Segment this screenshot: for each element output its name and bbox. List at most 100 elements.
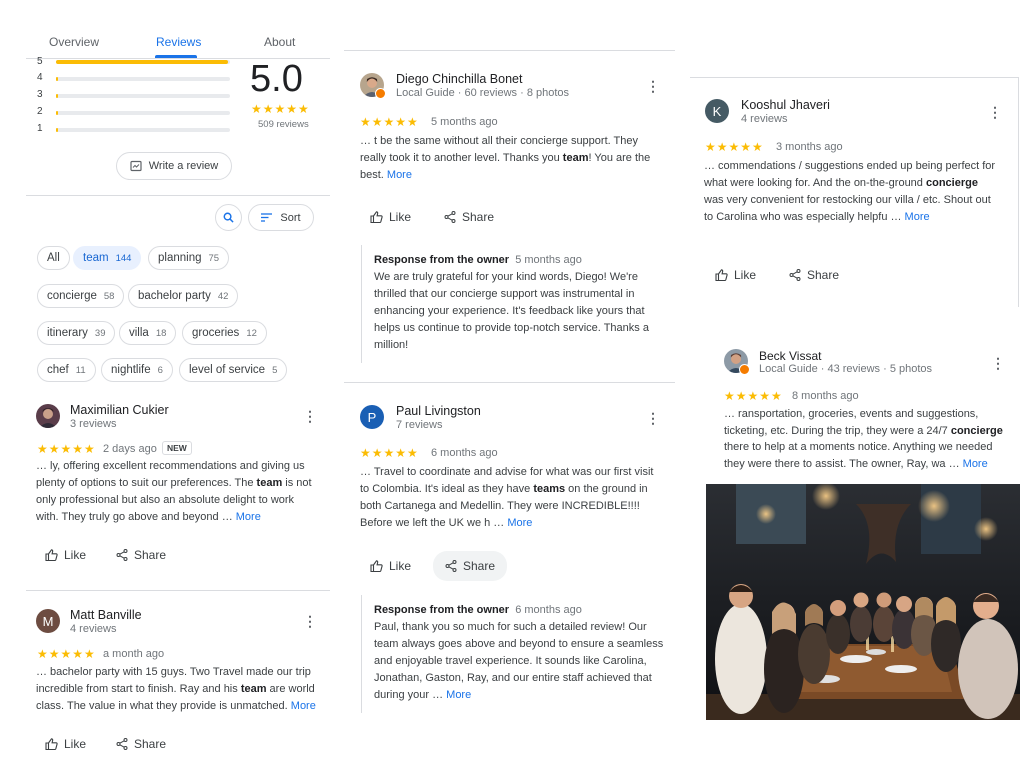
like-button[interactable]: Like — [715, 268, 756, 282]
share-icon — [789, 269, 801, 281]
reviewer-meta: 4 reviews — [70, 623, 117, 635]
avatar[interactable]: M — [36, 609, 60, 633]
reviewer-name[interactable]: Kooshul Jhaveri — [741, 98, 830, 112]
avatar[interactable]: K — [705, 99, 729, 123]
chip-label: All — [47, 252, 60, 264]
more-link[interactable]: More — [963, 458, 988, 470]
more-options-icon[interactable]: ⋮ — [991, 355, 1005, 372]
share-button[interactable]: Share — [116, 737, 166, 751]
more-options-icon[interactable]: ⋮ — [646, 410, 660, 427]
chip-count: 11 — [75, 364, 86, 376]
panel-top-border — [690, 77, 1018, 78]
tab-about[interactable]: About — [264, 35, 295, 49]
more-link[interactable]: More — [905, 211, 930, 223]
chip-count: 58 — [103, 290, 115, 302]
reviewer-photo — [36, 404, 60, 428]
review-time: 3 months ago — [776, 141, 843, 153]
filter-chip-all[interactable]: All — [37, 246, 70, 270]
owner-response-bar — [361, 245, 362, 363]
more-link[interactable]: More — [446, 689, 471, 701]
review-text: … ransportation, groceries, events and s… — [724, 408, 1003, 470]
owner-response-title: Response from the owner — [374, 604, 510, 616]
share-icon — [444, 211, 456, 223]
review-time: 5 months ago — [431, 116, 498, 128]
owner-response-bar — [361, 595, 362, 713]
filter-chip-chef[interactable]: chef 11 — [37, 358, 96, 382]
thumbs-up-icon — [45, 738, 58, 750]
like-button[interactable]: Like — [45, 737, 86, 751]
reviewer-name[interactable]: Diego Chinchilla Bonet — [396, 72, 522, 86]
filter-chip-team[interactable]: team 144 — [73, 246, 142, 270]
share-button[interactable]: Share — [116, 548, 166, 562]
rating-bar-1 — [56, 128, 230, 132]
more-link[interactable]: More — [387, 169, 412, 181]
share-button[interactable]: Share — [433, 551, 508, 581]
owner-response-text: Paul, thank you so much for such a detai… — [374, 621, 664, 701]
reviewer-meta: 4 reviews — [741, 113, 788, 125]
share-button[interactable]: Share — [789, 268, 839, 282]
owner-response: Response from the owner 6 months ago Pau… — [374, 602, 664, 704]
filter-chip-level-of-service[interactable]: level of service 5 — [179, 358, 288, 382]
panel-top-border — [344, 50, 675, 51]
review-stars: ★★★★★ — [360, 115, 419, 129]
more-options-icon[interactable]: ⋮ — [303, 408, 317, 425]
more-link[interactable]: More — [236, 511, 261, 523]
review-divider — [344, 382, 675, 383]
write-review-button[interactable]: Write a review — [116, 152, 232, 180]
tab-reviews[interactable]: Reviews — [156, 35, 201, 49]
review-stars: ★★★★★ — [724, 389, 783, 403]
new-badge: NEW — [162, 441, 192, 455]
reviewer-meta: 3 reviews — [70, 418, 117, 430]
filter-chip-concierge[interactable]: concierge 58 — [37, 284, 125, 308]
rating-bar-4 — [56, 77, 230, 81]
more-options-icon[interactable]: ⋮ — [646, 78, 660, 95]
rating-bar-3-fill — [56, 94, 58, 98]
local-guide-badge — [375, 88, 386, 99]
review-time: a month ago — [103, 648, 165, 660]
search-reviews-button[interactable] — [215, 204, 242, 231]
like-button[interactable]: Like — [45, 548, 86, 562]
review-text: … ly, offering excellent recommendations… — [36, 460, 312, 523]
review-time: 2 days ago — [103, 443, 157, 455]
review-photo[interactable] — [706, 484, 1020, 720]
reviewer-name[interactable]: Beck Vissat — [759, 349, 821, 363]
rating-count: 509 reviews — [258, 119, 309, 130]
chip-label: team — [83, 252, 109, 264]
filter-chip-planning[interactable]: planning 75 — [148, 246, 230, 270]
avatar[interactable] — [36, 404, 60, 428]
review-text: … Travel to coordinate and advise for wh… — [360, 466, 654, 529]
filter-chip-nightlife[interactable]: nightlife 6 — [101, 358, 173, 382]
filter-chip-villa[interactable]: villa 18 — [119, 321, 177, 345]
more-link[interactable]: More — [291, 700, 316, 712]
like-button[interactable]: Like — [370, 210, 411, 224]
reviewer-name[interactable]: Paul Livingston — [396, 404, 481, 418]
avatar[interactable]: P — [360, 405, 384, 429]
more-link[interactable]: More — [507, 517, 532, 529]
reviewer-name[interactable]: Maximilian Cukier — [70, 403, 169, 417]
review-divider — [26, 590, 330, 591]
group-dinner-photo — [706, 484, 1020, 720]
owner-response: Response from the owner 5 months ago We … — [374, 252, 664, 354]
chip-count: 39 — [94, 327, 106, 339]
more-options-icon[interactable]: ⋮ — [303, 613, 317, 630]
thumbs-up-icon — [370, 211, 383, 223]
reviewer-name[interactable]: Matt Banville — [70, 608, 142, 622]
rating-row-5-label: 5 — [37, 56, 43, 67]
filter-chip-itinerary[interactable]: itinerary 39 — [37, 321, 116, 345]
like-button[interactable]: Like — [370, 559, 411, 573]
rating-stars: ★★★★★ — [251, 102, 310, 116]
filter-chip-bachelor-party[interactable]: bachelor party 42 — [128, 284, 239, 308]
sort-button[interactable]: Sort — [248, 204, 314, 231]
share-button[interactable]: Share — [444, 210, 494, 224]
chip-count: 75 — [208, 252, 220, 264]
write-review-icon — [130, 160, 142, 172]
chip-label: groceries — [192, 327, 240, 339]
chip-label: villa — [129, 327, 149, 339]
review-stars: ★★★★★ — [705, 140, 764, 154]
tab-overview[interactable]: Overview — [49, 35, 99, 49]
rating-row-1-label: 1 — [37, 123, 43, 134]
rating-bar-4-fill — [56, 77, 58, 81]
chip-count: 12 — [246, 327, 257, 339]
more-options-icon[interactable]: ⋮ — [988, 104, 1002, 121]
filter-chip-groceries[interactable]: groceries 12 — [182, 321, 267, 345]
